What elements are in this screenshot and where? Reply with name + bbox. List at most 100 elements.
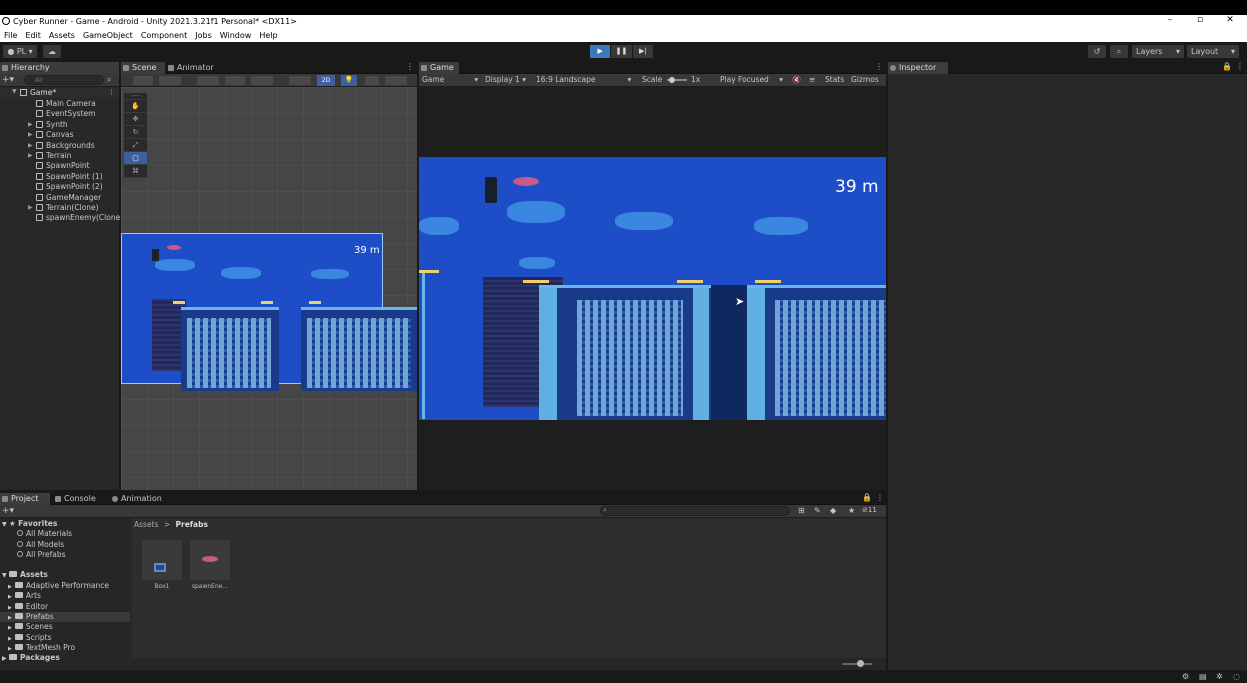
- aspect-dropdown[interactable]: 16:9 Landscape ▾: [536, 74, 631, 86]
- tag-icon[interactable]: ◆: [830, 506, 836, 515]
- maximize-icon[interactable]: ▫: [1193, 15, 1207, 25]
- lighting-toggle-icon[interactable]: 💡: [341, 75, 357, 86]
- hierarchy-item[interactable]: ▶ Canvas: [0, 130, 119, 140]
- asset-folder-item[interactable]: ▶ Adaptive Performance: [0, 581, 130, 591]
- favorite-item[interactable]: All Models: [17, 540, 64, 550]
- menu-help[interactable]: Help: [255, 30, 281, 42]
- menu-gameobject[interactable]: GameObject: [79, 30, 137, 42]
- hierarchy-item[interactable]: GameManager: [0, 193, 119, 203]
- draw-mode-dropdown[interactable]: [133, 76, 153, 85]
- more-icon[interactable]: ⋮: [108, 88, 115, 96]
- history-icon[interactable]: ↺: [1088, 45, 1106, 58]
- minimize-icon[interactable]: –: [1163, 15, 1177, 25]
- tab-hierarchy[interactable]: Hierarchy: [0, 62, 119, 74]
- menu-window[interactable]: Window: [216, 30, 256, 42]
- expand-arrow-icon[interactable]: ▶: [28, 151, 33, 161]
- icon-size-slider-thumb[interactable]: [857, 660, 864, 667]
- hierarchy-item[interactable]: ▶ Terrain(Clone): [0, 203, 119, 213]
- menu-edit[interactable]: Edit: [21, 30, 45, 42]
- hierarchy-item[interactable]: SpawnPoint (2): [0, 182, 119, 192]
- search-by-label-icon[interactable]: ✎: [814, 506, 821, 515]
- menu-file[interactable]: File: [0, 30, 21, 42]
- bug-icon[interactable]: ⚙: [1182, 672, 1189, 681]
- hierarchy-item[interactable]: ▶ Terrain: [0, 151, 119, 161]
- cache-icon[interactable]: ▤: [1199, 672, 1207, 681]
- hand-tool-icon[interactable]: ✋: [124, 100, 147, 113]
- transform-tool-icon[interactable]: ⌘: [124, 165, 147, 178]
- account-button[interactable]: ● PL ▾: [3, 45, 37, 58]
- more-icon[interactable]: ⋮: [876, 493, 884, 502]
- favorite-item[interactable]: All Prefabs: [17, 550, 66, 560]
- add-asset-icon[interactable]: +▾: [2, 506, 14, 516]
- expand-arrow-icon[interactable]: ▶: [8, 584, 12, 590]
- pause-button[interactable]: ❚❚: [611, 45, 632, 58]
- more-icon[interactable]: ⋮: [1236, 62, 1244, 71]
- view-options-dropdown[interactable]: [251, 76, 273, 85]
- scene-viewport[interactable]: ····· ✋ ✥ ↻ ⤢ ▢ ⌘ 39 m: [121, 87, 417, 490]
- tab-animation[interactable]: Animation: [110, 493, 174, 505]
- hierarchy-item[interactable]: ▶ Backgrounds: [0, 141, 119, 151]
- hierarchy-item[interactable]: EventSystem: [0, 109, 119, 119]
- move-tool-icon[interactable]: ✥: [124, 113, 147, 126]
- audio-toggle-icon[interactable]: [365, 76, 379, 85]
- tab-game[interactable]: Game: [419, 62, 459, 74]
- breadcrumb-prefabs[interactable]: Prefabs: [176, 520, 208, 529]
- asset-folder-item[interactable]: ▶ Scenes: [0, 622, 130, 632]
- asset-folder-item[interactable]: ▶ TextMesh Pro: [0, 643, 130, 653]
- prefab-spawnenemy[interactable]: [190, 540, 230, 580]
- favorites-header[interactable]: ▼ ★ Favorites: [2, 519, 57, 529]
- hidden-packages-count[interactable]: ⊘11: [862, 506, 877, 514]
- 2d-toggle-button[interactable]: 2D: [317, 75, 335, 86]
- step-button[interactable]: ▶|: [632, 45, 653, 58]
- stats-button[interactable]: Stats: [825, 74, 844, 86]
- expand-arrow-icon[interactable]: ▶: [8, 646, 12, 652]
- hierarchy-item[interactable]: SpawnPoint (1): [0, 172, 119, 182]
- favorite-star-icon[interactable]: ★: [848, 506, 855, 515]
- game-viewport[interactable]: 39 m ➤: [419, 157, 886, 420]
- layers-dropdown[interactable]: Layers ▾: [1132, 45, 1184, 58]
- tab-animator[interactable]: Animator: [166, 62, 226, 74]
- breadcrumb-assets[interactable]: Assets: [134, 520, 158, 529]
- expand-arrow-icon[interactable]: ▶: [28, 130, 33, 140]
- project-search-input[interactable]: [600, 506, 790, 516]
- asset-folder-item[interactable]: ▶ Arts: [0, 591, 130, 601]
- pivot-dropdown[interactable]: [159, 76, 181, 85]
- cloud-icon[interactable]: ☁: [43, 45, 61, 58]
- menu-assets[interactable]: Assets: [45, 30, 79, 42]
- add-icon[interactable]: +▾: [2, 75, 14, 85]
- hierarchy-item[interactable]: SpawnPoint: [0, 161, 119, 171]
- menu-component[interactable]: Component: [137, 30, 191, 42]
- expand-arrow-icon[interactable]: ▶: [8, 594, 12, 600]
- more-icon[interactable]: ⋮: [875, 62, 883, 71]
- lock-icon[interactable]: 🔒: [1222, 62, 1232, 71]
- search-filter-icon[interactable]: ⌕: [107, 75, 111, 85]
- play-button[interactable]: ▶: [590, 45, 611, 58]
- increment-snap-dropdown[interactable]: [225, 76, 245, 85]
- hierarchy-search-input[interactable]: [24, 75, 104, 85]
- asset-folder-item[interactable]: ▶ Prefabs: [0, 611, 130, 622]
- asset-folder-item[interactable]: ▶ Editor: [0, 602, 130, 612]
- debug-icon[interactable]: ✲: [1216, 672, 1223, 681]
- layout-dropdown[interactable]: Layout ▾: [1187, 45, 1239, 58]
- audio-mute-icon[interactable]: 🔇: [792, 74, 801, 86]
- tab-scene[interactable]: Scene: [121, 62, 165, 74]
- expand-arrow-icon[interactable]: ▶: [8, 605, 12, 611]
- scale-slider-thumb[interactable]: [669, 77, 675, 83]
- packages-header[interactable]: ▶ Packages: [2, 653, 60, 663]
- expand-arrow-icon[interactable]: ▶: [28, 203, 33, 213]
- expand-arrow-icon[interactable]: ▶: [28, 141, 33, 151]
- scale-tool-icon[interactable]: ⤢: [124, 139, 147, 152]
- game-view-select[interactable]: Game ▾: [422, 74, 478, 86]
- hierarchy-scene-row[interactable]: ▼ Game* ⋮: [0, 88, 119, 98]
- play-mode-dropdown[interactable]: Play Focused ▾: [720, 74, 783, 86]
- effects-dropdown[interactable]: [385, 76, 407, 85]
- prefab-box1[interactable]: [142, 540, 182, 580]
- progress-icon[interactable]: ◌: [1233, 672, 1240, 681]
- more-icon[interactable]: ⋮: [406, 62, 414, 71]
- shading-dropdown[interactable]: [289, 76, 311, 85]
- hierarchy-item[interactable]: spawnEnemy(Clone: [0, 213, 120, 223]
- search-icon[interactable]: ⌕: [1110, 45, 1128, 58]
- tab-console[interactable]: Console: [53, 493, 108, 505]
- expand-arrow-icon[interactable]: ▼: [12, 88, 17, 95]
- expand-arrow-icon[interactable]: ▶: [28, 120, 33, 130]
